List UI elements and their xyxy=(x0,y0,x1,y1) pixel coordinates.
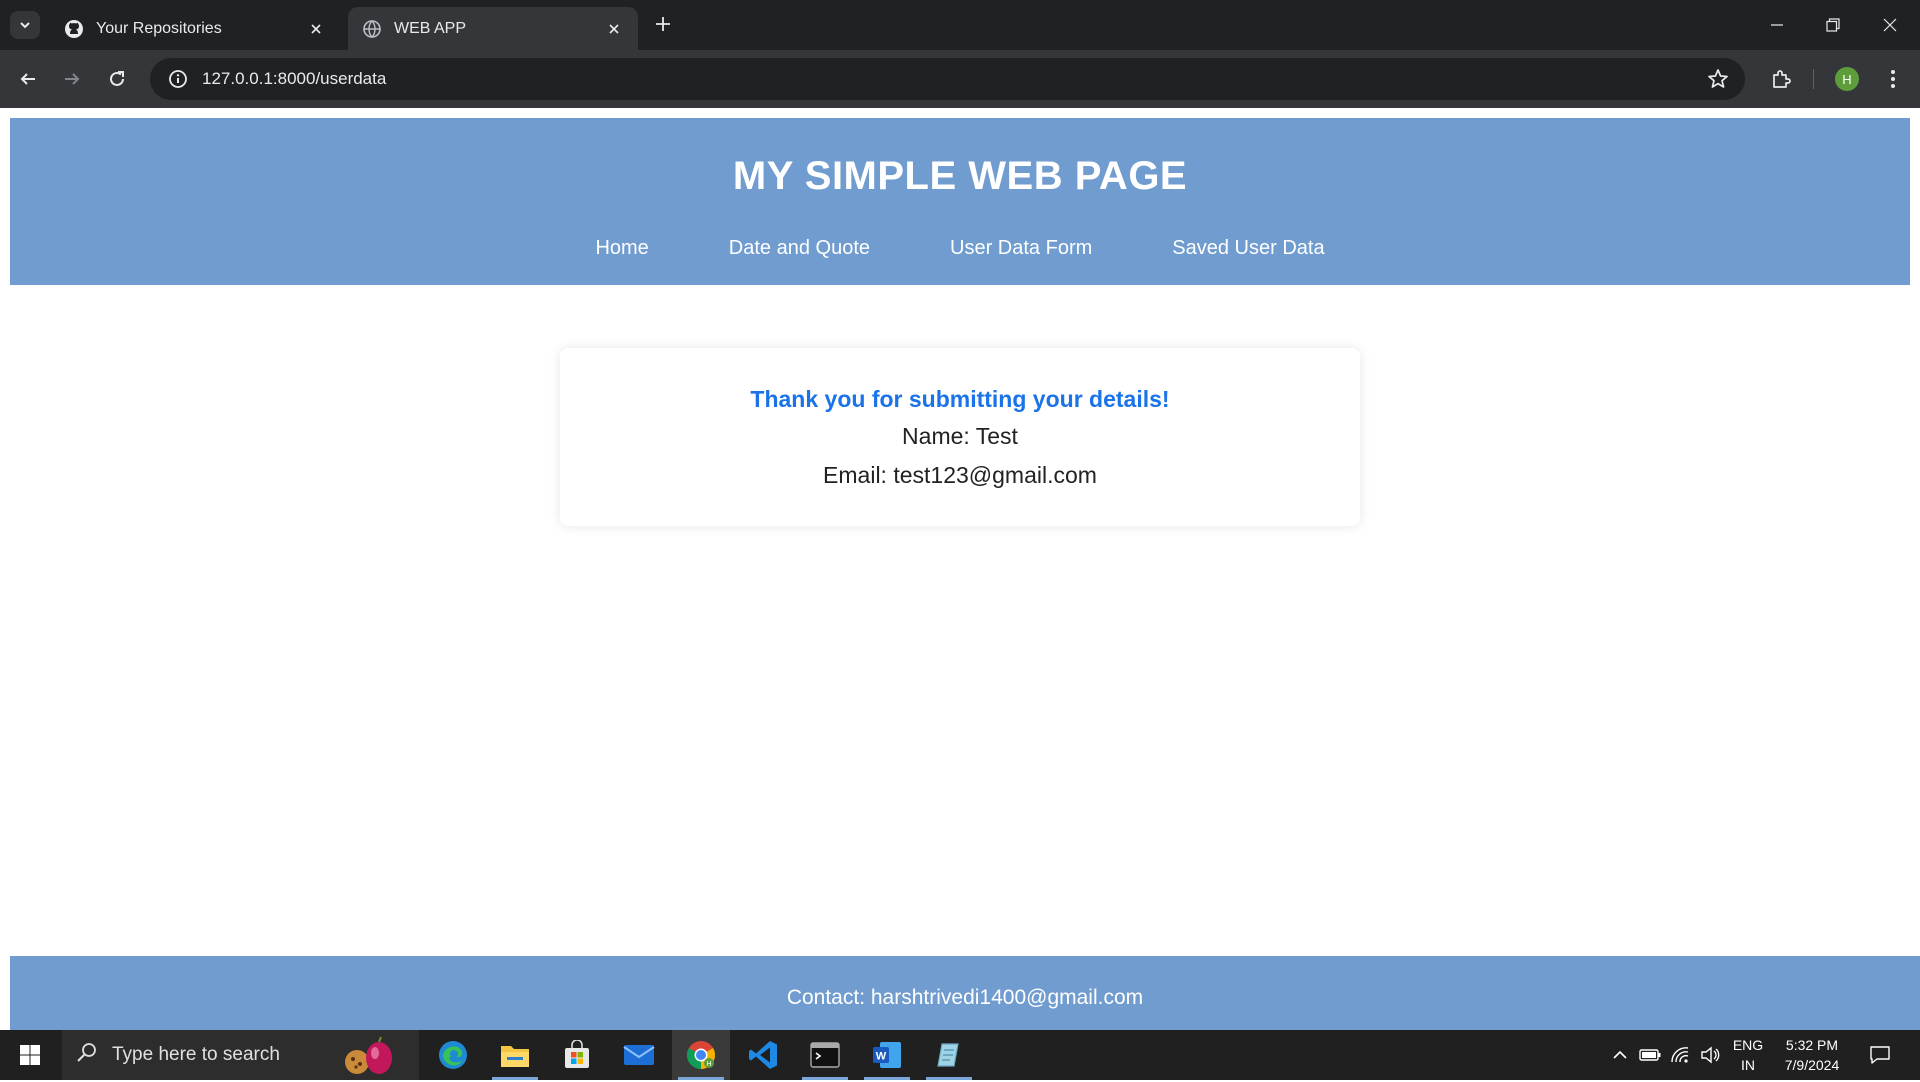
arrow-left-icon xyxy=(20,73,35,85)
svg-text:H: H xyxy=(706,1061,711,1068)
submitted-email: Email: test123@gmail.com xyxy=(823,462,1097,488)
tab-your-repositories[interactable]: Your Repositories xyxy=(50,7,340,50)
site-nav: Home Date and Quote User Data Form Saved… xyxy=(10,237,1910,260)
reload-icon xyxy=(110,71,124,86)
browser-tab-bar: Your Repositories WEB APP xyxy=(0,0,1920,50)
restore-icon xyxy=(1826,18,1840,32)
taskbar-search-box[interactable]: Type here to search xyxy=(62,1030,419,1080)
plus-icon xyxy=(656,17,670,31)
browser-menu-button[interactable] xyxy=(1878,64,1908,94)
page-viewport: MY SIMPLE WEB PAGE Home Date and Quote U… xyxy=(0,108,1920,1030)
notepad-icon xyxy=(937,1043,959,1067)
input-language[interactable]: ENG IN xyxy=(1728,1030,1768,1080)
chevron-down-icon xyxy=(20,22,30,29)
terminal-icon xyxy=(810,1042,840,1068)
close-icon xyxy=(1883,18,1897,32)
clock[interactable]: 5:32 PM 7/9/2024 xyxy=(1776,1030,1848,1080)
notification-icon xyxy=(1870,1046,1890,1064)
restore-button[interactable] xyxy=(1813,10,1853,40)
site-info-icon[interactable] xyxy=(158,69,198,89)
submitted-name: Name: Test xyxy=(902,423,1018,449)
minimize-icon xyxy=(1771,24,1783,26)
taskbar-vscode[interactable] xyxy=(734,1030,792,1080)
site-header: MY SIMPLE WEB PAGE Home Date and Quote U… xyxy=(10,118,1910,285)
bookmark-star-icon[interactable] xyxy=(1707,68,1729,95)
avatar: H xyxy=(1835,67,1859,91)
confirmation-card: Thank you for submitting your details! N… xyxy=(560,348,1360,526)
new-tab-button[interactable] xyxy=(651,12,675,36)
chrome-icon: H xyxy=(687,1041,715,1069)
taskbar-edge[interactable] xyxy=(424,1030,482,1080)
search-icon xyxy=(76,1041,98,1069)
taskbar-word[interactable]: W xyxy=(858,1030,916,1080)
svg-text:W: W xyxy=(876,1051,887,1063)
extensions-button[interactable] xyxy=(1766,64,1796,94)
nav-link-user-data-form[interactable]: User Data Form xyxy=(950,237,1092,260)
close-icon[interactable] xyxy=(604,19,624,39)
wifi-icon xyxy=(1671,1047,1689,1063)
search-highlight-fruit-icon xyxy=(341,1036,401,1082)
footer-contact: Contact: harshtrivedi1400@gmail.com xyxy=(786,986,1144,1009)
nav-link-date-and-quote[interactable]: Date and Quote xyxy=(729,237,870,260)
close-window-button[interactable] xyxy=(1870,10,1910,40)
profile-button[interactable]: H xyxy=(1832,64,1862,94)
windows-logo-icon xyxy=(20,1045,40,1065)
page-title: MY SIMPLE WEB PAGE xyxy=(732,154,1188,198)
taskbar-chrome[interactable]: H xyxy=(672,1030,730,1080)
battery-icon xyxy=(1639,1049,1661,1061)
store-icon xyxy=(565,1040,589,1068)
volume-control[interactable] xyxy=(1696,1030,1724,1080)
site-footer: Contact: harshtrivedi1400@gmail.com xyxy=(10,956,1920,1030)
taskbar-notepad[interactable] xyxy=(920,1030,978,1080)
clock-date: 7/9/2024 xyxy=(1784,1057,1840,1073)
clock-time: 5:32 PM xyxy=(1785,1037,1839,1053)
url-text[interactable]: 127.0.0.1:8000/userdata xyxy=(202,69,386,89)
more-vertical-icon xyxy=(1891,70,1895,88)
address-bar[interactable]: 127.0.0.1:8000/userdata xyxy=(150,58,1745,100)
confirmation-heading: Thank you for submitting your details! xyxy=(750,386,1170,412)
region-code: IN xyxy=(1741,1057,1755,1073)
toolbar-divider xyxy=(1813,69,1814,89)
mail-icon xyxy=(623,1045,655,1065)
battery-status[interactable] xyxy=(1636,1030,1664,1080)
globe-icon xyxy=(362,19,382,39)
nav-link-saved-user-data[interactable]: Saved User Data xyxy=(1172,237,1324,260)
chevron-up-icon xyxy=(1613,1050,1627,1059)
arrow-right-icon xyxy=(65,73,80,85)
search-placeholder: Type here to search xyxy=(112,1044,280,1065)
taskbar-store[interactable] xyxy=(548,1030,606,1080)
start-button[interactable] xyxy=(0,1030,60,1080)
reload-button[interactable] xyxy=(102,64,132,94)
taskbar-mail[interactable] xyxy=(610,1030,668,1080)
back-button[interactable] xyxy=(13,64,43,94)
close-icon[interactable] xyxy=(306,19,326,39)
taskbar: Type here to search H W ENG IN 5:32 PM 7… xyxy=(0,1030,1920,1080)
tab-web-app[interactable]: WEB APP xyxy=(348,7,638,50)
notification-center-button[interactable] xyxy=(1862,1030,1898,1080)
show-hidden-icons-button[interactable] xyxy=(1605,1030,1635,1080)
browser-toolbar: 127.0.0.1:8000/userdata H xyxy=(0,50,1920,108)
word-icon: W xyxy=(873,1042,901,1068)
file-explorer-icon xyxy=(501,1046,529,1067)
nav-link-home[interactable]: Home xyxy=(595,237,648,260)
taskbar-terminal[interactable] xyxy=(796,1030,854,1080)
forward-button[interactable] xyxy=(57,64,87,94)
network-status[interactable] xyxy=(1666,1030,1694,1080)
tab-title: Your Repositories xyxy=(96,19,222,37)
vscode-icon xyxy=(749,1041,777,1069)
minimize-button[interactable] xyxy=(1757,10,1797,40)
edge-icon xyxy=(439,1041,467,1069)
puzzle-piece-icon xyxy=(1773,70,1791,88)
taskbar-file-explorer[interactable] xyxy=(486,1030,544,1080)
tab-search-button[interactable] xyxy=(10,11,40,39)
speaker-icon xyxy=(1701,1046,1720,1064)
tab-title: WEB APP xyxy=(394,19,467,37)
github-icon xyxy=(64,19,84,39)
language-code: ENG xyxy=(1732,1037,1764,1053)
